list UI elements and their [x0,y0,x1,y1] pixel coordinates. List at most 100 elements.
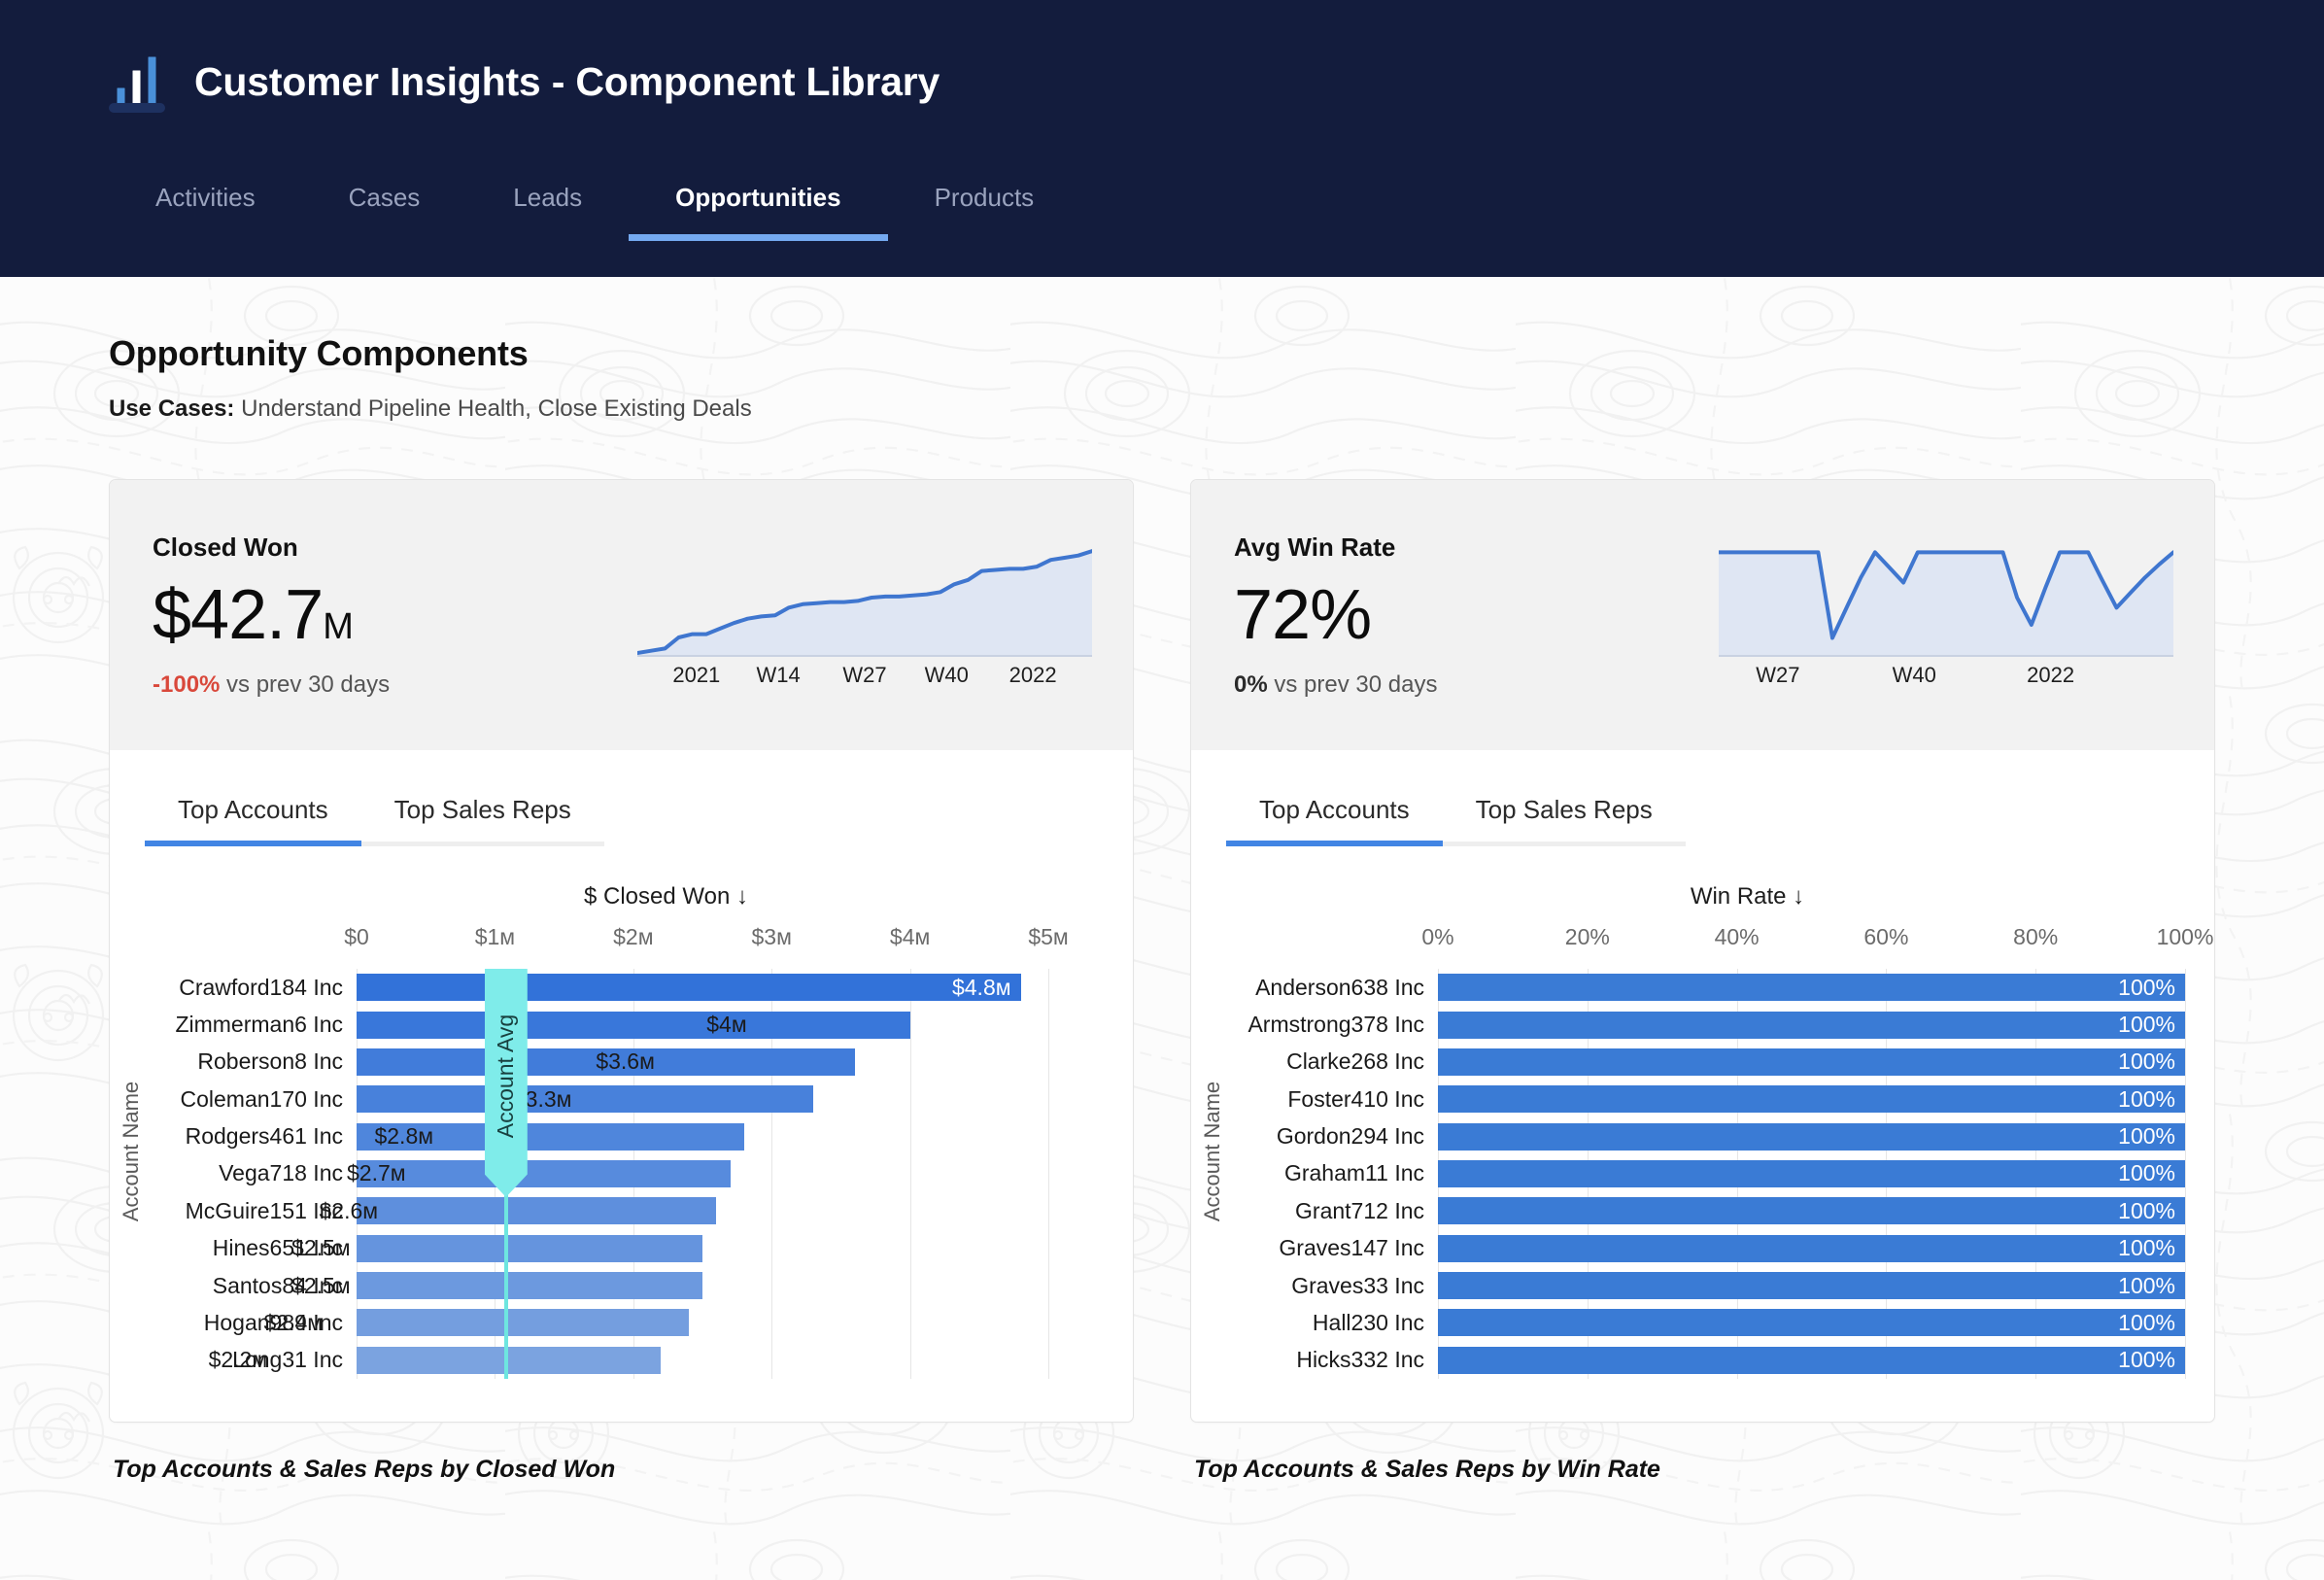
bar-row[interactable]: 100% [1438,1044,2185,1081]
bar-value-label: $2.8ᴍ [374,1123,434,1150]
card-tabs-win-rate: Top Accounts Top Sales Reps [1191,750,2214,846]
page-title: Opportunity Components [109,333,529,373]
kpi-delta-suffix: vs prev 30 days [1267,670,1438,698]
bar-chart-icon [109,52,165,113]
bar-row[interactable]: 100% [1438,1117,2185,1154]
category-label: Zimmerman6 Inc [175,1012,343,1038]
bar-value-label: 100% [2118,974,2175,1000]
bar-value-label: $2.7ᴍ [347,1160,406,1186]
gridline [2185,969,2186,1379]
sparkline-ticks: W27 W40 2022 [1719,659,2173,698]
bar[interactable]: 100% [1438,974,2185,1002]
sparkline-tick: W14 [756,663,801,687]
bar[interactable]: 100% [1438,1272,2185,1300]
tab-top-accounts[interactable]: Top Accounts [145,795,361,846]
sparkline-ticks: 2021 W14 W27 W40 2022 [637,659,1092,698]
bar-row[interactable]: 100% [1438,1304,2185,1341]
chart-measure-title: Win Rate ↓ [1690,883,1805,910]
bar-value-label: $2.6ᴍ [319,1197,379,1223]
account-avg-label: Account Avg [493,1013,519,1139]
kpi-value: $42.7M [153,580,390,650]
bar-row[interactable]: 100% [1438,1192,2185,1229]
bar-row[interactable]: $2.5ᴍ [291,1267,1104,1304]
plot-area: $4.8ᴍ $4ᴍ $3.6ᴍ $3.3ᴍ $2.8ᴍ $2.7ᴍ $2.6ᴍ $2.5ᴍ $2… [209,969,1104,1379]
bar[interactable]: 100% [1438,1085,2185,1114]
sparkline-win-rate: W27 W40 2022 [1719,532,2173,698]
category-label: Clarke268 Inc [1286,1048,1424,1075]
nav-tab-activities[interactable]: Activities [109,154,302,241]
bar-value-label: $3.6ᴍ [596,1048,655,1075]
app-title: Customer Insights - Component Library [194,58,940,104]
bar-row[interactable]: 100% [1438,969,2185,1006]
bar[interactable]: 100% [1438,1159,2185,1187]
nav-tab-products[interactable]: Products [888,154,1081,241]
bar-row[interactable]: $2.7ᴍ [347,1155,1104,1192]
plot: $0 $1ᴍ $2ᴍ $3ᴍ $4ᴍ $5ᴍ $4.8ᴍ $4ᴍ $3.6ᴍ $3.3ᴍ $2.8… [209,924,1133,1379]
bar-row[interactable]: 100% [1438,1230,2185,1267]
bar[interactable]: 100% [1438,1122,2185,1151]
sparkline-tick: W27 [842,663,887,687]
bar-row[interactable]: 100% [1438,1006,2185,1043]
bar[interactable]: 100% [1438,1309,2185,1337]
x-axis-tick: $2ᴍ [613,924,654,949]
nav-tab-opportunities[interactable]: Opportunities [629,154,889,241]
bar-value-label: $2.5ᴍ [291,1272,351,1298]
nav-tab-leads[interactable]: Leads [466,154,629,241]
bar-value-label: $2.5ᴍ [291,1235,351,1261]
bar[interactable]: 100% [1438,1011,2185,1039]
bar-value-label: 100% [2118,1123,2175,1150]
tab-top-sales-reps[interactable]: Top Sales Reps [1442,795,1686,846]
bar-row[interactable]: $2.8ᴍ [357,1117,1104,1154]
x-axis-tick: $5ᴍ [1028,924,1069,949]
kpi-text-block: Closed Won $42.7M -100% vs prev 30 days [153,532,390,699]
bar-value-label: 100% [2118,1272,2175,1298]
bar-row[interactable]: $2.6ᴍ [320,1192,1104,1229]
x-axis-tick: $0 [344,924,369,949]
kpi-delta-value: -100% [153,670,221,698]
cards-row: Closed Won $42.7M -100% vs prev 30 days … [109,479,2215,1484]
bar[interactable]: $4.8ᴍ [357,974,1021,1002]
kpi-delta-value: 0% [1234,670,1268,698]
bar[interactable]: 100% [1438,1234,2185,1262]
bar-value-label: $4.8ᴍ [951,974,1011,1000]
bar-row[interactable]: 100% [1438,1155,2185,1192]
tab-top-accounts[interactable]: Top Accounts [1226,795,1443,846]
bar[interactable]: 100% [1438,1048,2185,1076]
category-labels: Crawford184 Inc Zimmerman6 Inc Roberson8 I… [153,924,357,1379]
bar[interactable]: 100% [1438,1197,2185,1225]
bar-row[interactable]: 100% [1438,1267,2185,1304]
nav-tab-cases[interactable]: Cases [302,154,467,241]
bar-row[interactable]: 100% [1438,1081,2185,1117]
category-label: Armstrong378 Inc [1247,1012,1424,1038]
sparkline-svg [637,549,1092,657]
bar-row[interactable]: $4ᴍ [357,1006,1104,1043]
bars: $4.8ᴍ $4ᴍ $3.6ᴍ $3.3ᴍ $2.8ᴍ $2.7ᴍ $2.6ᴍ $2.5ᴍ $2… [209,969,1104,1379]
kpi-delta: -100% vs prev 30 days [153,671,390,699]
x-axis-tick: 40% [1714,924,1760,949]
bar-value-label: 100% [2118,1235,2175,1261]
account-avg-marker[interactable]: Account Avg [484,969,528,1197]
bar-row[interactable]: $4.8ᴍ [357,969,1104,1006]
bar-row[interactable]: $3.6ᴍ [357,1044,1104,1081]
category-label: Hall230 Inc [1312,1309,1424,1335]
sparkline-tick: 2022 [2027,663,2075,687]
category-labels: Anderson638 Inc Armstrong378 Inc Clarke268… [1234,924,1438,1379]
bar-row[interactable]: $2.5ᴍ [291,1230,1104,1267]
bar[interactable]: 100% [1438,1346,2185,1374]
bar-row[interactable]: $2.2ᴍ [209,1342,1104,1379]
sparkline-tick: 2021 [672,663,721,687]
bar-row[interactable]: $3.3ᴍ [357,1081,1104,1117]
category-label: Coleman170 Inc [180,1085,344,1112]
bar-value-label: 100% [2118,1085,2175,1112]
x-axis-ticks: 0% 20% 40% 60% 80% 100% [1421,924,2213,969]
bar-row[interactable]: $2.4ᴍ [264,1304,1104,1341]
card-closed-won: Closed Won $42.7M -100% vs prev 30 days … [109,479,1134,1423]
card-win-rate-wrap: Avg Win Rate 72% 0% vs prev 30 days W27 W… [1190,479,2215,1484]
bar-row[interactable]: 100% [1438,1342,2185,1379]
page-body: Opportunity Components Use Cases: Unders… [0,277,2324,1580]
kpi-value: 72% [1234,580,1437,650]
tab-top-sales-reps[interactable]: Top Sales Reps [360,795,604,846]
category-label: Roberson8 Inc [197,1048,343,1075]
sparkline-tick: W40 [924,663,969,687]
use-cases-value: Understand Pipeline Health, Close Existi… [234,395,752,422]
